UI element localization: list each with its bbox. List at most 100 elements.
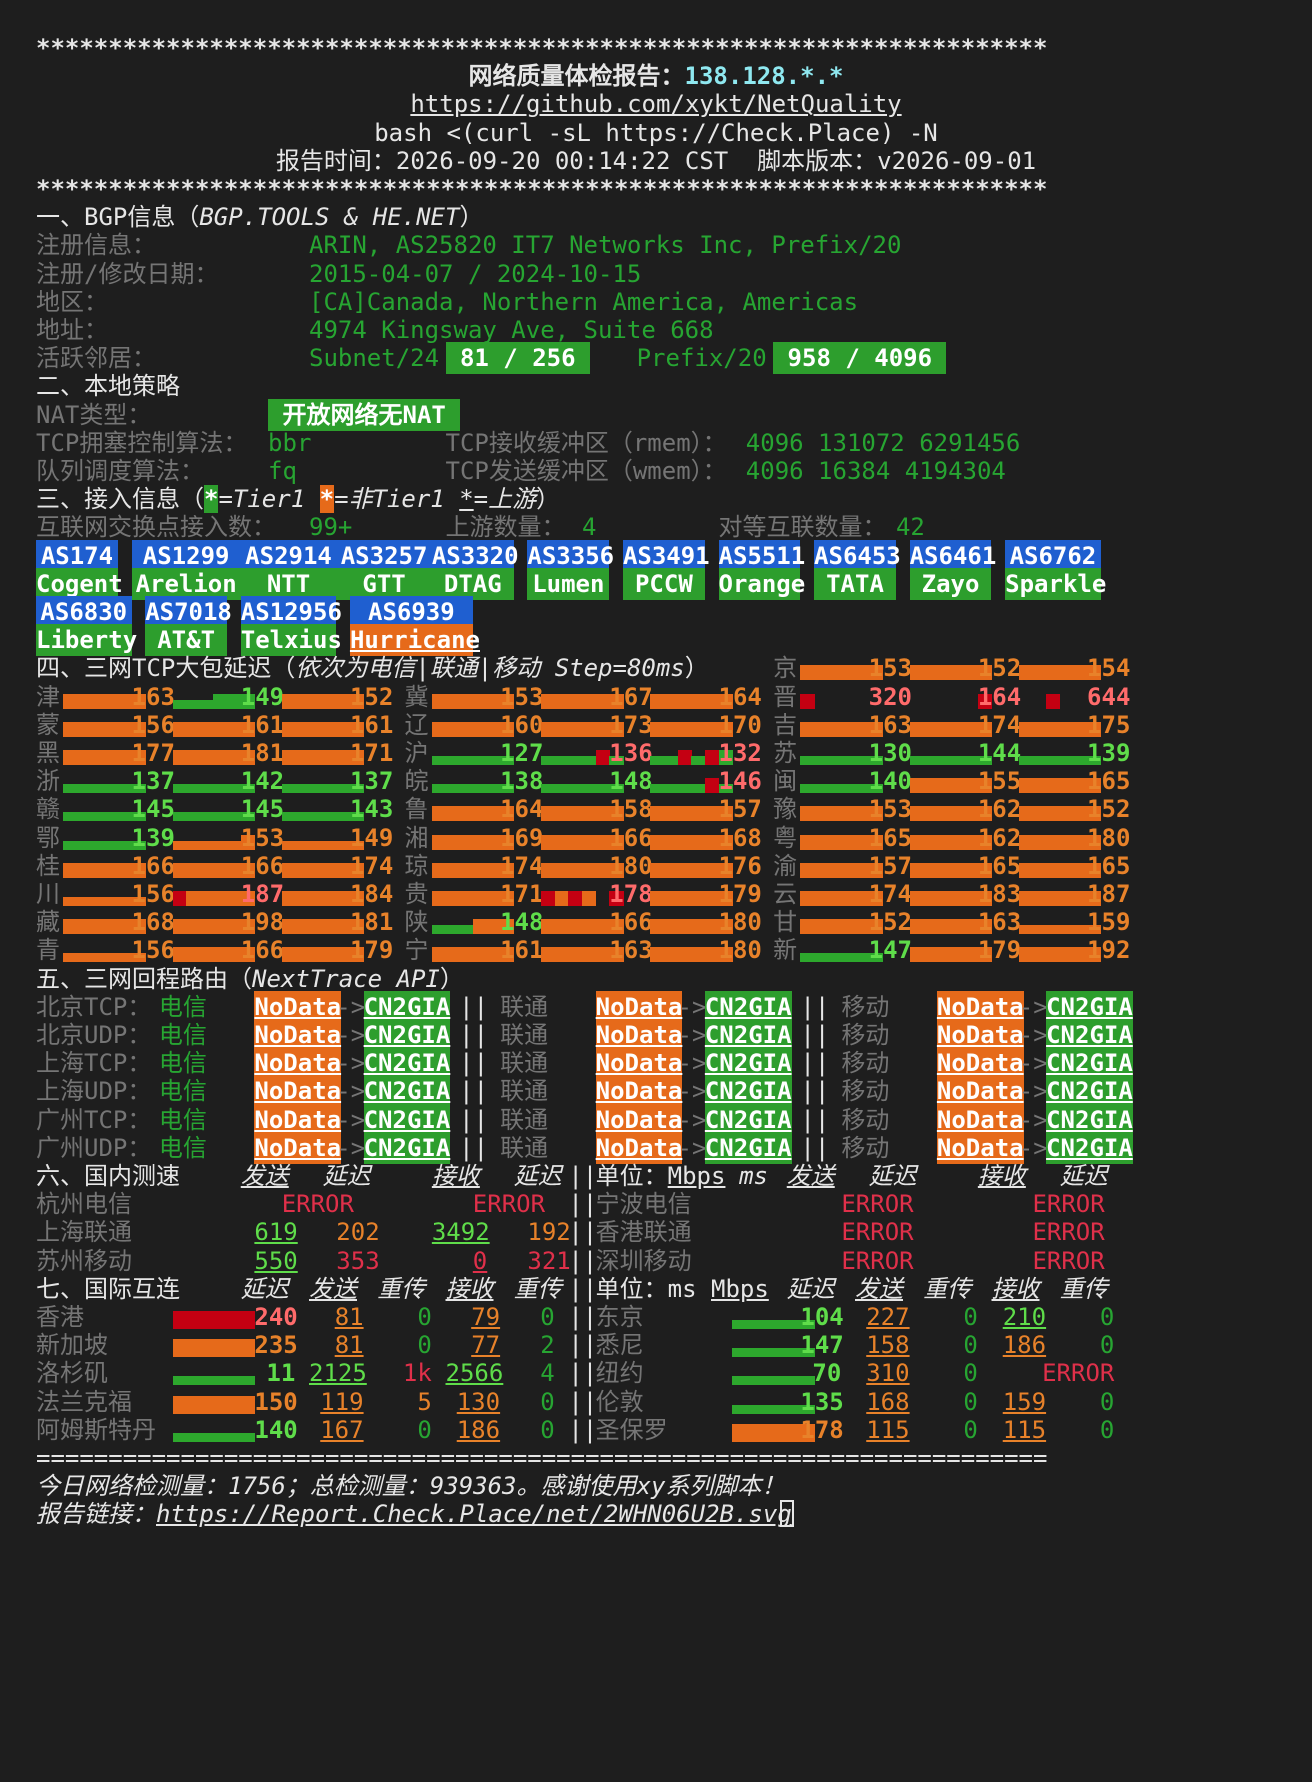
divider: ||	[800, 1133, 830, 1162]
route-nodata[interactable]: NoData	[936, 1019, 1024, 1051]
route-cn2gia[interactable]: CN2GIA	[704, 1047, 792, 1080]
latency-bar	[1018, 721, 1034, 737]
as-number[interactable]: AS6762	[1005, 539, 1101, 572]
route-cn2gia[interactable]: CN2GIA	[363, 1103, 451, 1136]
route-cn2gia[interactable]: CN2GIA	[704, 1103, 792, 1136]
rmem-value: 4096 131072 6291456	[745, 428, 1021, 457]
as-name[interactable]: DTAG	[431, 567, 514, 600]
route-nodata[interactable]: NoData	[936, 990, 1024, 1023]
as-number[interactable]: AS3491	[622, 539, 710, 572]
as-name[interactable]: Lumen	[527, 567, 610, 600]
route-nodata[interactable]: NoData	[936, 1103, 1024, 1136]
as-name[interactable]: Arelion	[131, 567, 241, 600]
as-number[interactable]: AS6461	[909, 539, 996, 572]
route-nodata[interactable]: NoData	[936, 1131, 1024, 1164]
route-nodata[interactable]: NoData	[254, 1131, 342, 1164]
route-cn2gia[interactable]: CN2GIA	[1046, 990, 1133, 1023]
intl-row: 洛杉矶 11 2125 1k 2566 4 || 纽约 70 310 0 ERROR	[0, 1357, 1312, 1389]
route-cn2gia[interactable]: CN2GIA	[704, 1075, 792, 1108]
as-number[interactable]: AS174	[36, 539, 118, 572]
as-name[interactable]: Liberty	[36, 624, 137, 657]
send-speed: 119	[320, 1387, 364, 1416]
route-nodata[interactable]: NoData	[254, 1019, 342, 1051]
as-number[interactable]: AS12956	[240, 596, 342, 628]
delay-bar	[213, 1339, 228, 1358]
repo-link[interactable]: https://github.com/xykt/NetQuality	[410, 88, 901, 120]
route-cn2gia[interactable]: CN2GIA	[1046, 1019, 1133, 1051]
delay-value: 11	[266, 1359, 296, 1388]
as-number[interactable]: AS6453	[814, 539, 901, 572]
latency-bar	[800, 756, 815, 765]
site-name: 新加坡	[36, 1331, 108, 1360]
route-nodata[interactable]: NoData	[936, 1047, 1024, 1080]
route-cn2gia[interactable]: CN2GIA	[363, 1075, 451, 1108]
as-name[interactable]: TATA	[814, 567, 896, 600]
route-cn2gia[interactable]: CN2GIA	[363, 1131, 451, 1164]
latency-bar	[800, 693, 815, 709]
as-name[interactable]: NTT	[240, 567, 337, 600]
latency-bar	[1059, 891, 1074, 906]
delay-bar	[759, 1320, 774, 1329]
as-number[interactable]: AS7018	[145, 596, 232, 628]
as-number[interactable]: AS2914	[240, 539, 337, 572]
as-name[interactable]: Sparkle	[1005, 567, 1106, 600]
route-nodata[interactable]: NoData	[254, 1103, 342, 1136]
route-nodata[interactable]: NoData	[254, 990, 342, 1023]
latency-bar	[1059, 947, 1074, 963]
route-nodata[interactable]: NoData	[254, 1047, 342, 1080]
latency-bar	[814, 806, 829, 822]
latency-bar	[909, 665, 924, 681]
latency-bar	[827, 834, 842, 850]
as-name[interactable]: GTT	[336, 567, 432, 600]
as-name[interactable]: AT&T	[145, 624, 228, 657]
latency-bar	[800, 862, 815, 878]
route-nodata[interactable]: NoData	[254, 1075, 342, 1108]
route-cn2gia[interactable]: CN2GIA	[1046, 1047, 1133, 1080]
route-nodata[interactable]: NoData	[595, 1019, 683, 1051]
as-number[interactable]: AS3257	[336, 539, 432, 572]
route-nodata[interactable]: NoData	[595, 1103, 683, 1136]
as-number[interactable]: AS3320	[431, 539, 519, 572]
route-cn2gia[interactable]: CN2GIA	[363, 1047, 451, 1080]
route-nodata[interactable]: NoData	[595, 1075, 683, 1108]
as-number[interactable]: AS6939	[349, 596, 473, 628]
route-nodata[interactable]: NoData	[595, 990, 683, 1023]
as-name[interactable]: Orange	[718, 567, 805, 600]
route-cn2gia[interactable]: CN2GIA	[704, 990, 792, 1023]
recv-speed: 186	[456, 1415, 501, 1444]
col-send: 发送	[855, 1274, 903, 1303]
route-cn2gia[interactable]: CN2GIA	[1046, 1103, 1133, 1136]
latency-bar	[936, 806, 952, 822]
latency-bar	[1032, 721, 1047, 737]
latency-row: 粤 165 162 180	[0, 822, 1312, 854]
as-name[interactable]: PCCW	[622, 567, 705, 600]
as-number[interactable]: AS1299	[131, 539, 241, 572]
as-name[interactable]: Cogent	[36, 567, 123, 600]
route-nodata[interactable]: NoData	[595, 1131, 683, 1164]
delay-bar	[759, 1404, 774, 1414]
latency-bar	[964, 665, 979, 681]
latency-value: 140	[868, 767, 912, 796]
route-cn2gia[interactable]: CN2GIA	[704, 1019, 792, 1051]
as-number[interactable]: AS6830	[36, 596, 132, 628]
route-cn2gia[interactable]: CN2GIA	[1046, 1075, 1133, 1108]
route-nodata[interactable]: NoData	[595, 1047, 683, 1080]
latency-bar	[964, 806, 979, 822]
latency-bar	[841, 834, 856, 850]
as-number[interactable]: AS5511	[718, 539, 805, 572]
as-name[interactable]: Hurricane	[349, 624, 480, 657]
nat-row: NAT类型： 开放网络无NAT	[0, 398, 1312, 431]
latency-bar	[827, 953, 842, 963]
report-link[interactable]: https://Report.Check.Place/net/2WHN06U2B…	[156, 1500, 792, 1528]
as-name[interactable]: Zayo	[909, 567, 992, 600]
recv-speed: 159	[1002, 1387, 1047, 1416]
route-cn2gia[interactable]: CN2GIA	[363, 1019, 451, 1051]
as-name[interactable]: Telxius	[240, 624, 342, 657]
route-cn2gia[interactable]: CN2GIA	[363, 990, 451, 1023]
route-cn2gia[interactable]: CN2GIA	[1046, 1131, 1133, 1164]
route-nodata[interactable]: NoData	[936, 1075, 1024, 1108]
route-cn2gia[interactable]: CN2GIA	[704, 1131, 792, 1164]
latency-bar	[855, 891, 870, 906]
as-number[interactable]: AS3356	[527, 539, 614, 572]
command-line: bash <(curl -sL https://Check.Place) -N	[0, 117, 1312, 149]
